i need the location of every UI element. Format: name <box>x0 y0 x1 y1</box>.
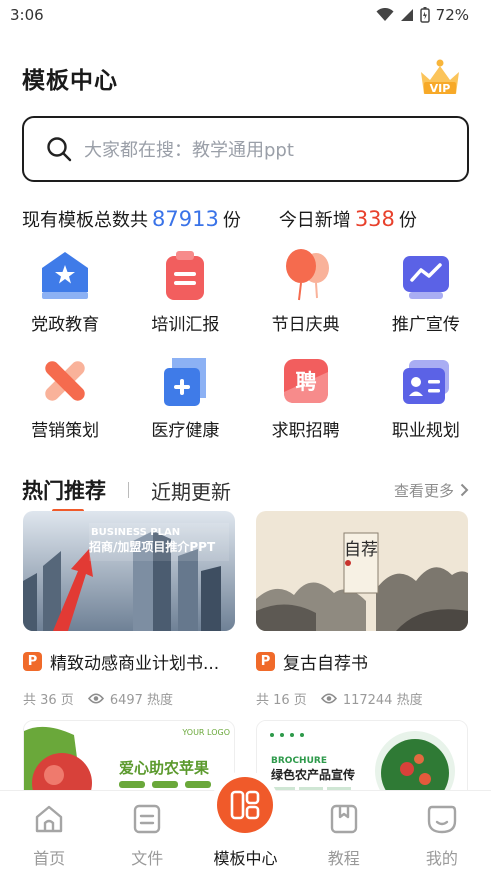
tab-recent-updates[interactable]: 近期更新 <box>151 476 231 505</box>
category-label: 医疗健康 <box>151 421 220 441</box>
tutorial-icon <box>330 804 357 834</box>
page-title: 模板中心 <box>22 68 118 94</box>
eye-icon <box>87 693 104 704</box>
tab-divider <box>128 482 129 498</box>
wifi-icon <box>376 8 394 21</box>
status-time: 3:06 <box>10 6 44 24</box>
party-building-icon <box>42 252 89 299</box>
status-bar: 3:06 72% <box>0 0 491 30</box>
category-jobs[interactable]: 聘 求职招聘 <box>246 350 366 444</box>
search-icon <box>47 137 72 162</box>
nav-label: 模板中心 <box>213 849 278 868</box>
clipboard-icon <box>166 251 205 300</box>
template-card[interactable]: BUSINESS PLAN 招商/加盟项目推介PPT P 精致动感商业计划书..… <box>23 511 235 708</box>
category-label: 党政教育 <box>31 315 100 335</box>
total-prefix: 现有模板总数共 <box>22 210 148 231</box>
total-unit: 份 <box>222 210 241 231</box>
category-label: 推广宣传 <box>391 315 460 335</box>
nav-label: 首页 <box>33 849 66 868</box>
ppt-badge-icon: P <box>256 652 275 671</box>
profile-icon <box>427 805 457 834</box>
crown-icon: VIP <box>421 59 459 95</box>
nav-label: 教程 <box>327 849 360 868</box>
svg-text:自荐: 自荐 <box>344 540 378 560</box>
header: 模板中心 VIP <box>22 56 462 100</box>
hire-icon: 聘 <box>283 359 328 403</box>
battery-text: 72% <box>435 6 469 24</box>
total-count: 87913 <box>152 207 219 231</box>
today-unit: 份 <box>398 210 417 231</box>
category-medical[interactable]: 医疗健康 <box>125 350 245 444</box>
card-title: 精致动感商业计划书... <box>50 654 220 674</box>
vip-button[interactable]: VIP <box>418 58 462 98</box>
search-placeholder: 大家都在搜：教学通用ppt <box>84 140 294 161</box>
stats-row: 现有模板总数共 87913 份 今日新增 338 份 <box>22 204 472 234</box>
eye-icon <box>320 693 337 704</box>
category-promotion[interactable]: 推广宣传 <box>366 244 486 338</box>
tab-hot-recommend[interactable]: 热门推荐 <box>22 475 106 513</box>
today-prefix: 今日新增 <box>278 210 351 231</box>
card-pages: 共 16 页 <box>256 693 307 708</box>
category-label: 营销策划 <box>31 421 100 441</box>
card-heat: 117244 热度 <box>342 693 423 708</box>
file-icon <box>134 804 161 834</box>
svg-text:聘: 聘 <box>295 370 316 394</box>
svg-text:绿色农产品宣传: 绿色农产品宣传 <box>271 767 355 782</box>
balloon-icon <box>285 249 329 301</box>
signal-icon <box>400 9 413 21</box>
search-input[interactable]: 大家都在搜：教学通用ppt <box>22 116 469 182</box>
svg-text:BROCHURE: BROCHURE <box>271 756 327 766</box>
category-career[interactable]: 职业规划 <box>366 350 486 444</box>
see-more-link[interactable]: 查看更多 <box>394 480 469 501</box>
category-party-education[interactable]: 党政教育 <box>5 244 125 338</box>
svg-text:招商/加盟项目推介PPT: 招商/加盟项目推介PPT <box>89 539 216 554</box>
template-center-button[interactable] <box>217 777 273 833</box>
medical-icon <box>164 358 207 406</box>
template-thumbnail: BUSINESS PLAN 招商/加盟项目推介PPT <box>23 511 235 631</box>
svg-text:YOUR LOGO: YOUR LOGO <box>181 728 230 737</box>
category-grid: 党政教育 培训汇报 节日庆典 推广宣传 营销策划 医疗健康 聘 求职招聘 职业规… <box>0 244 491 444</box>
category-label: 求职招聘 <box>271 421 340 441</box>
svg-text:爱心助农苹果: 爱心助农苹果 <box>119 759 210 777</box>
nav-files[interactable]: 文件 <box>98 791 196 873</box>
nav-profile[interactable]: 我的 <box>393 791 491 873</box>
chevron-right-icon <box>460 483 469 497</box>
template-icon <box>230 790 260 820</box>
battery-icon <box>419 7 430 23</box>
nav-home[interactable]: 首页 <box>0 791 98 873</box>
section-tabs: 热门推荐 近期更新 查看更多 <box>22 470 469 513</box>
card-heat: 6497 热度 <box>109 693 174 708</box>
svg-text:BUSINESS PLAN: BUSINESS PLAN <box>91 527 180 538</box>
id-card-icon <box>402 360 449 404</box>
chart-board-icon <box>402 256 449 299</box>
nav-label: 我的 <box>425 849 458 868</box>
category-marketing[interactable]: 营销策划 <box>5 350 125 444</box>
cross-icon <box>45 361 85 401</box>
category-label: 培训汇报 <box>151 315 220 335</box>
retro-landscape-thumbnail: 自荐 <box>256 511 468 631</box>
see-more-label: 查看更多 <box>393 481 454 500</box>
today-count: 338 <box>354 207 395 231</box>
category-label: 职业规划 <box>391 421 460 441</box>
ppt-badge-icon: P <box>23 652 42 671</box>
business-plan-thumbnail: BUSINESS PLAN 招商/加盟项目推介PPT <box>23 511 235 631</box>
card-pages: 共 36 页 <box>23 693 74 708</box>
nav-tutorials[interactable]: 教程 <box>295 791 393 873</box>
nav-label: 文件 <box>131 849 164 868</box>
card-title: 复古自荐书 <box>283 654 368 674</box>
category-festival[interactable]: 节日庆典 <box>246 244 366 338</box>
home-icon <box>35 805 63 833</box>
category-training-report[interactable]: 培训汇报 <box>125 244 245 338</box>
svg-text:VIP: VIP <box>430 82 451 95</box>
template-card[interactable]: 自荐 P 复古自荐书 共 16 页 117244 热度 <box>256 511 468 708</box>
template-thumbnail: 自荐 <box>256 511 468 631</box>
category-label: 节日庆典 <box>271 315 340 335</box>
